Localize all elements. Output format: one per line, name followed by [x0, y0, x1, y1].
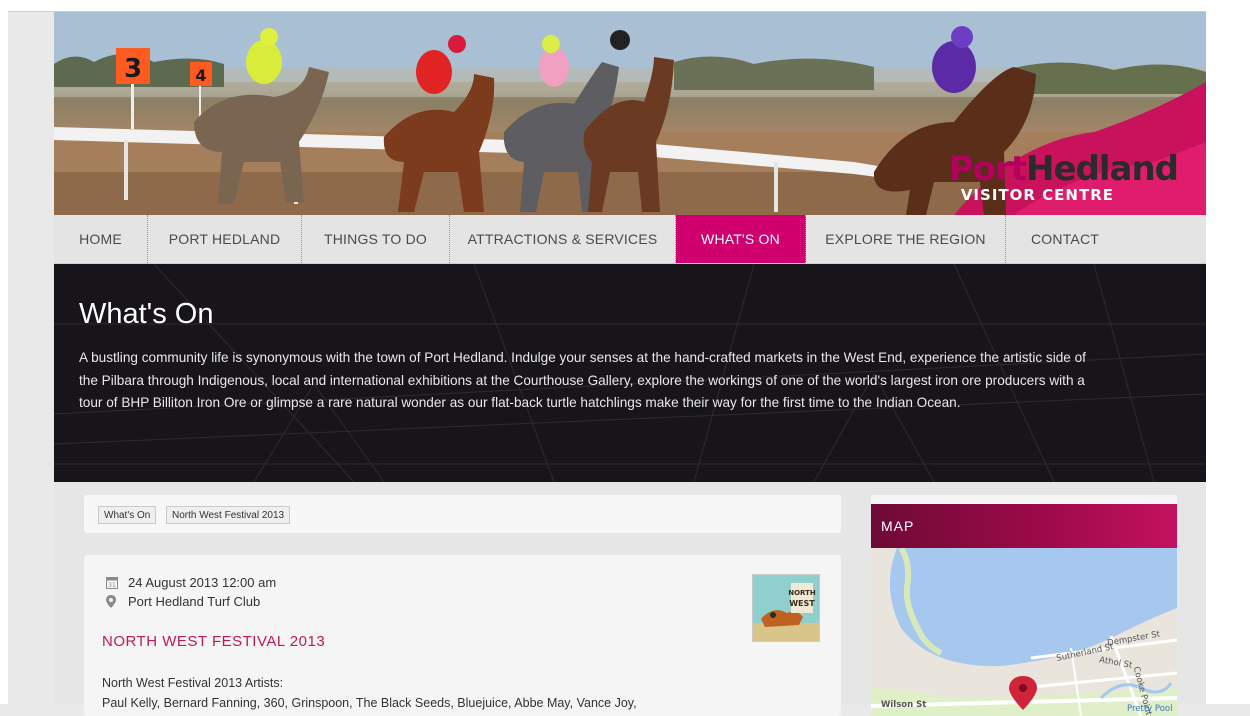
nav-item-attractions-services[interactable]: ATTRACTIONS & SERVICES — [450, 215, 676, 263]
header-banner: 3 4 PortHedland VISITOR CENTRE — [54, 12, 1206, 215]
page-wrapper: 3 4 PortHedland VISITOR CENTRE HOME PORT… — [54, 12, 1206, 716]
svg-text:3: 3 — [124, 54, 142, 84]
map-label-wilson: Wilson St — [881, 700, 927, 710]
main-nav: HOME PORT HEDLAND THINGS TO DO ATTRACTIO… — [54, 215, 1206, 264]
event-body-line-1: North West Festival 2013 Artists: — [102, 676, 284, 690]
breadcrumb: What's On North West Festival 2013 — [84, 495, 841, 533]
map-widget-title: MAP — [881, 518, 915, 534]
event-description: North West Festival 2013 Artists: Paul K… — [102, 673, 822, 713]
svg-text:31: 31 — [108, 582, 116, 589]
nav-item-explore-the-region[interactable]: EXPLORE THE REGION — [806, 215, 1006, 263]
svg-text:4: 4 — [195, 66, 206, 85]
svg-text:NORTH: NORTH — [788, 589, 816, 597]
nav-item-whats-on[interactable]: WHAT'S ON — [676, 215, 806, 263]
map-label-pretty-pool: Pretty Pool — [1127, 704, 1173, 714]
event-title[interactable]: NORTH WEST FESTIVAL 2013 — [102, 633, 325, 650]
nav-item-things-to-do[interactable]: THINGS TO DO — [302, 215, 450, 263]
map-pin-icon — [106, 594, 120, 611]
map-widget-header: MAP — [871, 504, 1177, 548]
top-edge — [0, 0, 1250, 12]
page-title: What's On — [79, 298, 214, 330]
map-widget[interactable]: Sutherland St Dempster St Athol St Cooke… — [871, 548, 1177, 716]
breadcrumb-item-festival[interactable]: North West Festival 2013 — [166, 506, 291, 524]
calendar-icon: 31 — [106, 576, 120, 592]
breadcrumb-item-whats-on[interactable]: What's On — [98, 506, 157, 524]
event-card: 31 24 August 2013 12:00 am Port Hedland … — [84, 555, 841, 716]
page-intro: A bustling community life is synonymous … — [79, 350, 1086, 411]
event-body-line-2: Paul Kelly, Bernard Fanning, 360, Grinsp… — [102, 696, 637, 710]
event-date: 24 August 2013 12:00 am — [128, 575, 277, 590]
nav-item-port-hedland[interactable]: PORT HEDLAND — [148, 215, 302, 263]
hero-section: What's On A bustling community life is s… — [54, 264, 1206, 482]
logo-primary-text: Port — [948, 149, 1027, 189]
nav-item-home[interactable]: HOME — [54, 215, 148, 263]
event-venue-row: Port Hedland Turf Club — [106, 594, 260, 611]
site-logo[interactable]: PortHedland VISITOR CENTRE — [948, 149, 1179, 204]
event-thumbnail[interactable]: NORTH WEST — [752, 574, 820, 642]
page-margin-left — [0, 0, 8, 704]
logo-subtitle: VISITOR CENTRE — [960, 186, 1114, 204]
event-venue: Port Hedland Turf Club — [128, 594, 261, 609]
event-date-row: 31 24 August 2013 12:00 am — [106, 575, 276, 592]
logo-secondary-text: Hedland — [1026, 149, 1179, 189]
page-margin-right — [1206, 0, 1250, 704]
svg-text:WEST: WEST — [789, 599, 815, 608]
nav-item-contact[interactable]: CONTACT — [1006, 215, 1124, 263]
